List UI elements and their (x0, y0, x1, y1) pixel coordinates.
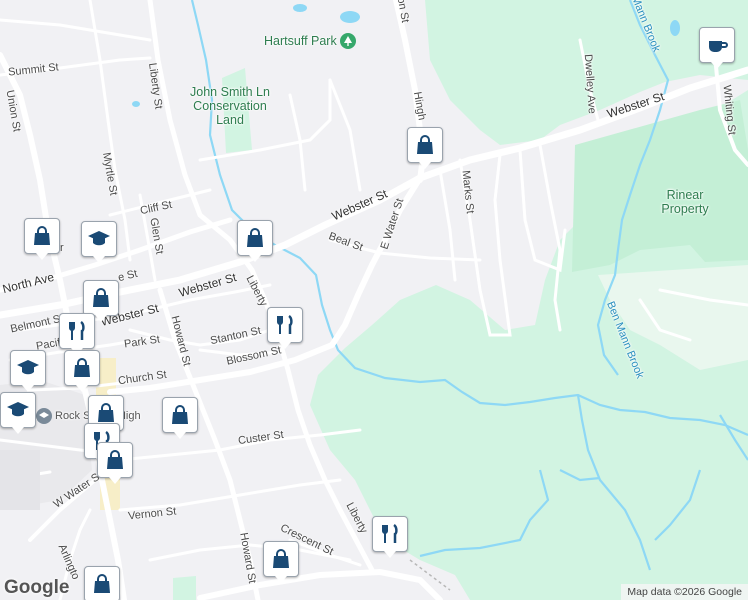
tree-icon (339, 33, 356, 49)
restaurant-marker-park[interactable] (59, 313, 95, 355)
restaurant-marker-liberty-south[interactable] (372, 516, 408, 558)
hartsuff-park-poi[interactable]: Hartsuff Park (264, 33, 356, 49)
bag-icon (107, 450, 123, 469)
fork-knife-icon (69, 320, 85, 340)
bag-icon (34, 226, 50, 245)
bag-icon (74, 358, 90, 377)
bag-icon (94, 574, 110, 593)
school-marker-rockland[interactable] (10, 350, 46, 392)
bag-icon (93, 288, 109, 307)
shop-marker-beal[interactable] (237, 220, 273, 262)
bag-icon (172, 405, 188, 424)
school-icon (36, 408, 52, 424)
shop-marker-water[interactable] (97, 442, 133, 484)
bag-icon (417, 135, 433, 154)
map-canvas[interactable]: Summit St Union St Liberty St Myrtle St … (0, 0, 748, 600)
graduation-cap-icon (17, 360, 39, 375)
shop-marker-union[interactable] (83, 280, 119, 322)
bag-icon (247, 228, 263, 247)
google-logo: Google (4, 577, 70, 598)
shop-marker-hingham[interactable] (407, 127, 443, 169)
green-area-south (173, 576, 196, 600)
shop-marker-crescent[interactable] (263, 541, 299, 583)
shop-marker-south[interactable] (84, 566, 120, 600)
school-marker-north[interactable] (81, 221, 117, 263)
graduation-cap-icon (7, 402, 29, 417)
john-smith-conservation-label: John Smith Ln Conservation Land (190, 85, 270, 127)
fork-knife-icon (382, 523, 398, 543)
school-campus (0, 450, 40, 510)
map-attribution[interactable]: Map data ©2026 Google (621, 584, 748, 600)
cafe-marker[interactable] (699, 27, 735, 69)
shop-marker-north[interactable] (24, 218, 60, 260)
cup-icon (709, 41, 728, 52)
fork-knife-icon (277, 314, 293, 334)
restaurant-marker-blossom[interactable] (267, 307, 303, 349)
rinear-property-label: Rinear Property (661, 188, 709, 216)
graduation-cap-icon (88, 231, 110, 246)
bag-icon (273, 549, 289, 568)
shop-marker-church[interactable] (64, 350, 100, 392)
hartsuff-park-label: Hartsuff Park (264, 34, 337, 48)
school-marker-high[interactable] (0, 392, 36, 434)
shop-marker-howard[interactable] (162, 397, 198, 439)
